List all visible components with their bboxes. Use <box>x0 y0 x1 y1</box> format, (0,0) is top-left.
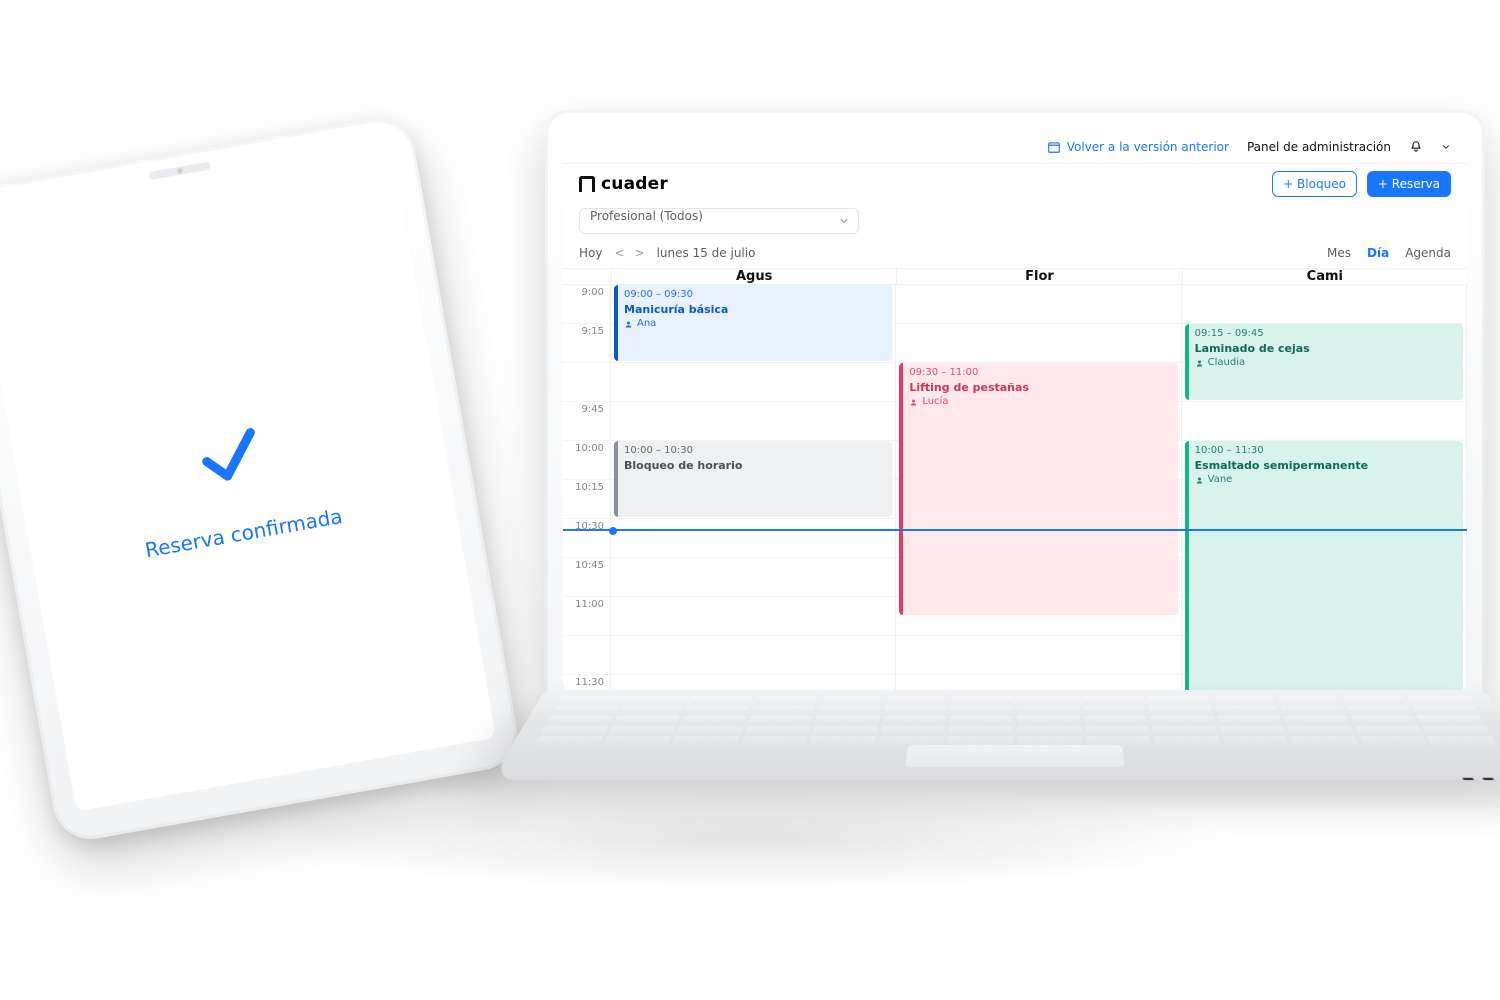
brand-name: cuader <box>601 174 668 194</box>
brand: cuader <box>579 174 668 194</box>
app-header: cuader + Bloqueo + Reserva <box>563 164 1467 204</box>
view-month[interactable]: Mes <box>1327 246 1351 260</box>
event-attendee: Ana <box>624 318 884 331</box>
time-label <box>563 636 610 675</box>
brand-logo-icon <box>579 176 595 192</box>
day-column[interactable]: 09:00 – 09:30Manicuría básicaAna 10:00 – … <box>611 285 896 692</box>
calendar-event[interactable]: 09:00 – 09:30Manicuría básicaAna <box>614 285 892 361</box>
day-column[interactable]: 09:15 – 09:45Laminado de cejasClaudia 10:… <box>1182 285 1467 692</box>
event-time: 10:00 – 10:30 <box>624 445 884 458</box>
column-header: Agus <box>611 269 896 284</box>
chevron-down-icon <box>838 215 850 227</box>
time-label: 10:15 <box>563 480 610 519</box>
ports <box>1462 778 1500 782</box>
time-label: 11:00 <box>563 597 610 636</box>
laptop-lid: Volver a la versión anterior Panel de ad… <box>545 110 1485 710</box>
confirmation-text: Reserva confirmada <box>143 504 344 562</box>
filter-bar: Profesional (Todos) <box>563 204 1467 238</box>
bell-icon[interactable] <box>1409 140 1423 154</box>
prev-day-button[interactable]: < <box>614 246 624 260</box>
time-slot[interactable] <box>1182 402 1466 441</box>
time-label: 10:30 <box>563 519 610 558</box>
event-title: Lifting de pestañas <box>909 381 1169 395</box>
view-agenda[interactable]: Agenda <box>1405 246 1451 260</box>
view-day[interactable]: Día <box>1367 246 1389 260</box>
calendar-subbar: Hoy < > lunes 15 de julio Mes Día Agenda <box>563 238 1467 268</box>
event-title: Bloqueo de horario <box>624 459 884 473</box>
add-reservation-button[interactable]: + Reserva <box>1367 171 1451 197</box>
time-label: 9:15 <box>563 324 610 363</box>
event-attendee: Lucía <box>909 396 1169 409</box>
event-time: 09:00 – 09:30 <box>624 289 884 302</box>
time-slot[interactable] <box>1182 285 1466 324</box>
today-button[interactable]: Hoy <box>579 246 602 260</box>
previous-version-label: Volver a la versión anterior <box>1067 140 1229 154</box>
time-slot[interactable] <box>611 558 895 597</box>
checkmark-icon <box>181 406 278 503</box>
current-time-indicator <box>563 529 1467 531</box>
time-slot[interactable] <box>611 519 895 558</box>
day-column[interactable]: 09:30 – 11:00Lifting de pestañasLucía <box>896 285 1181 692</box>
date-nav: < > <box>614 246 644 260</box>
professional-select-value: Profesional (Todos) <box>590 209 703 223</box>
calendar-event[interactable]: 10:00 – 10:30Bloqueo de horario <box>614 441 892 517</box>
previous-version-link[interactable]: Volver a la versión anterior <box>1047 140 1229 154</box>
time-label: 10:00 <box>563 441 610 480</box>
event-attendee: Claudia <box>1195 357 1455 370</box>
current-date: lunes 15 de julio <box>657 246 756 260</box>
event-time: 09:15 – 09:45 <box>1195 328 1455 341</box>
event-attendee: Vane <box>1195 474 1455 487</box>
calendar-event[interactable]: 10:00 – 11:30Esmaltado semipermanenteVan… <box>1185 441 1463 692</box>
tablet-device: Reserva confirmada <box>0 113 523 845</box>
view-switch: Mes Día Agenda <box>1327 246 1451 260</box>
chevron-down-icon[interactable] <box>1441 142 1451 152</box>
event-time: 09:30 – 11:00 <box>909 367 1169 380</box>
laptop-device: Volver a la versión anterior Panel de ad… <box>545 110 1485 870</box>
time-label: 10:45 <box>563 558 610 597</box>
column-header: Flor <box>896 269 1181 284</box>
time-slot[interactable] <box>896 324 1180 363</box>
time-slot[interactable] <box>611 363 895 402</box>
professional-select[interactable]: Profesional (Todos) <box>579 208 859 234</box>
time-label: 9:45 <box>563 402 610 441</box>
tablet-camera <box>149 161 211 180</box>
calendar-column-headers: Agus Flor Cami <box>563 269 1467 285</box>
trackpad <box>905 745 1125 767</box>
time-slot[interactable] <box>611 597 895 636</box>
laptop-screen: Volver a la versión anterior Panel de ad… <box>563 130 1467 692</box>
add-block-button[interactable]: + Bloqueo <box>1272 171 1357 197</box>
calendar-grid: 9:009:159:4510:0010:1510:3010:4511:0011:… <box>563 285 1467 692</box>
calendar-event[interactable]: 09:15 – 09:45Laminado de cejasClaudia <box>1185 324 1463 400</box>
column-header: Cami <box>1182 269 1467 284</box>
event-title: Manicuría básica <box>624 303 884 317</box>
event-title: Esmaltado semipermanente <box>1195 459 1455 473</box>
calendar-event[interactable]: 09:30 – 11:00Lifting de pestañasLucía <box>899 363 1177 615</box>
time-slot[interactable] <box>611 402 895 441</box>
next-day-button[interactable]: > <box>635 246 645 260</box>
laptop-base <box>505 690 1500 870</box>
event-time: 10:00 – 11:30 <box>1195 445 1455 458</box>
admin-panel-link[interactable]: Panel de administración <box>1247 140 1391 154</box>
event-title: Laminado de cejas <box>1195 342 1455 356</box>
keyboard <box>533 696 1496 745</box>
time-slot[interactable] <box>611 636 895 675</box>
time-label <box>563 363 610 402</box>
time-gutter: 9:009:159:4510:0010:1510:3010:4511:0011:… <box>563 285 611 692</box>
calendar: Agus Flor Cami 9:009:159:4510:0010:1510:… <box>563 268 1467 692</box>
topbar: Volver a la versión anterior Panel de ad… <box>563 130 1467 164</box>
calendar-icon <box>1047 140 1061 154</box>
header-actions: + Bloqueo + Reserva <box>1272 171 1451 197</box>
time-slot[interactable] <box>896 285 1180 324</box>
time-label: 9:00 <box>563 285 610 324</box>
tablet-screen: Reserva confirmada <box>0 147 496 812</box>
time-slot[interactable] <box>896 636 1180 675</box>
